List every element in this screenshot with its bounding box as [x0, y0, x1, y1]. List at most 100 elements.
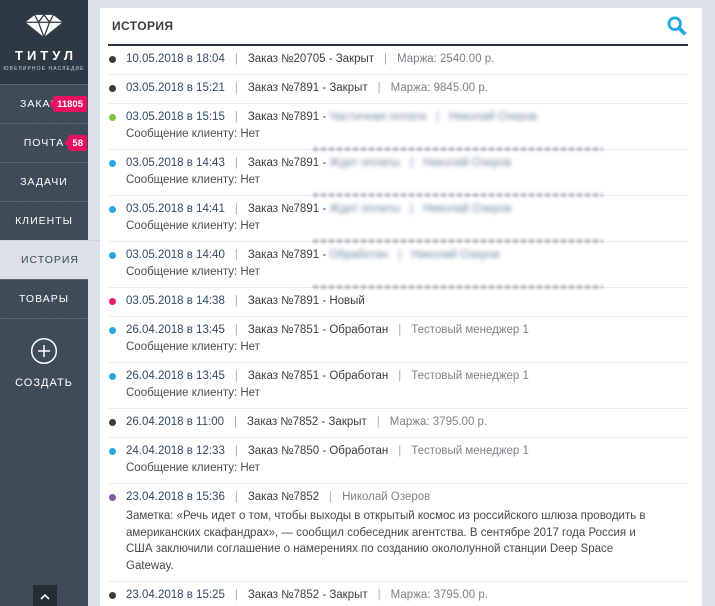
status-dot-blue	[109, 252, 116, 259]
history-row-line: 24.04.2018 в 12:33 | Заказ №7850 - Обработ…	[108, 444, 688, 459]
history-row[interactable]: 03.05.2018 в 15:21 | Заказ №7891 - Закрыт |…	[108, 75, 688, 104]
history-row[interactable]: 03.05.2018 в 15:15 | Заказ №7891 - Частичн…	[108, 104, 688, 150]
event-time: 03.05.2018 в 15:15	[126, 111, 225, 123]
history-row[interactable]: 10.05.2018 в 18:04 | Заказ №20705 - Закрыт…	[108, 46, 688, 75]
event-time: 23.04.2018 в 15:25	[126, 589, 225, 601]
order-label: Заказ №7852 - Закрыт	[247, 589, 368, 601]
history-row-line: 03.05.2018 в 15:15 | Заказ №7891 - Частичн…	[108, 110, 688, 125]
redacted-status: Обработан	[329, 249, 389, 261]
redacted-status: Ждет оплаты	[329, 157, 401, 169]
history-row[interactable]: 03.05.2018 в 14:38 | Заказ №7891 - Новый	[108, 288, 688, 317]
order-label: Заказ №7852 - Закрыт	[246, 416, 367, 428]
redacted-status: Ждет оплаты	[329, 203, 401, 215]
event-info: Маржа: 3795.00 р.	[389, 416, 488, 428]
client-message: Сообщение клиенту: Нет	[126, 174, 260, 186]
search-button[interactable]	[666, 15, 688, 37]
separator: |	[436, 111, 440, 123]
brand-tagline: ЮВЕЛИРНОЕ НАСЛЕДИЕ	[3, 65, 85, 72]
status-dot-blue	[109, 160, 116, 167]
separator: |	[329, 491, 333, 503]
diamond-icon	[23, 13, 65, 44]
separator: |	[234, 203, 238, 215]
sidebar-item-orders[interactable]: ЗАКАЗЫ 11805	[0, 84, 88, 123]
separator: |	[410, 203, 414, 215]
order-label: Заказ №20705 - Закрыт	[247, 53, 375, 65]
plus-circle-icon	[30, 337, 58, 370]
order-label: Заказ №7891 - Обработан	[247, 249, 389, 261]
collapse-sidebar-button[interactable]	[33, 585, 57, 606]
status-dot-black	[109, 592, 116, 599]
history-row[interactable]: 03.05.2018 в 14:41 | Заказ №7891 - Ждет оп…	[108, 196, 688, 242]
sidebar-item-clients[interactable]: КЛИЕНТЫ	[0, 201, 88, 240]
sidebar-item-label: ИСТОРИЯ	[20, 254, 80, 266]
page-title: ИСТОРИЯ	[112, 19, 174, 33]
history-row-line: 23.04.2018 в 15:25 | Заказ №7852 - Закрыт |…	[108, 588, 688, 603]
history-row-line: 10.05.2018 в 18:04 | Заказ №20705 - Закрыт…	[108, 52, 688, 67]
page-header: ИСТОРИЯ	[108, 8, 688, 44]
status-dot-black	[109, 419, 116, 426]
sidebar-item-mail[interactable]: ПОЧТА 58	[0, 123, 88, 162]
event-info: Маржа: 9845.00 р.	[390, 82, 488, 94]
order-label: Заказ №7851 - Обработан	[247, 370, 389, 382]
order-label: Заказ №7852	[247, 491, 320, 503]
separator: |	[234, 295, 238, 307]
history-row[interactable]: 23.04.2018 в 15:25 | Заказ №7852 - Закрыт |…	[108, 582, 688, 606]
event-info: Тестовый менеджер 1	[411, 445, 529, 457]
history-row[interactable]: 03.05.2018 в 14:40 | Заказ №7891 - Обработ…	[108, 242, 688, 288]
history-row[interactable]: 24.04.2018 в 12:33 | Заказ №7850 - Обработ…	[108, 438, 688, 484]
event-time: 03.05.2018 в 14:40	[126, 249, 225, 261]
status-dot-purple	[109, 494, 116, 501]
history-row[interactable]: 26.04.2018 в 13:45 | Заказ №7851 - Обработ…	[108, 363, 688, 409]
separator: |	[398, 324, 402, 336]
event-time: 10.05.2018 в 18:04	[126, 53, 225, 65]
history-row[interactable]: 23.04.2018 в 15:36 | Заказ №7852 | Николай О…	[108, 484, 688, 582]
history-row-line: 23.04.2018 в 15:36 | Заказ №7852 | Николай О…	[108, 490, 688, 505]
create-button[interactable]: СОЗДАТЬ	[0, 318, 88, 407]
event-info: Маржа: 3795.00 р.	[390, 589, 488, 601]
separator: |	[233, 416, 237, 428]
separator: |	[234, 53, 238, 65]
history-row-line: 03.05.2018 в 14:41 | Заказ №7891 - Ждет оп…	[108, 202, 688, 217]
event-time: 23.04.2018 в 15:36	[126, 491, 225, 503]
separator: |	[384, 53, 388, 65]
status-dot-blue	[109, 373, 116, 380]
separator: |	[234, 324, 238, 336]
history-row-line: 03.05.2018 в 15:21 | Заказ №7891 - Закрыт |…	[108, 81, 688, 96]
redacted-manager: Николай Озеров	[423, 203, 512, 215]
redacted-manager: Николай Озеров	[411, 249, 500, 261]
order-label: Заказ №7891 - Ждет оплаты	[247, 157, 401, 169]
order-label: Заказ №7850 - Обработан	[247, 445, 389, 457]
sidebar-item-products[interactable]: ТОВАРЫ	[0, 279, 88, 318]
separator: |	[234, 445, 238, 457]
order-label: Заказ №7851 - Обработан	[247, 324, 389, 336]
sidebar-item-label: ТОВАРЫ	[18, 293, 70, 305]
brand-name: ТИТУЛ	[15, 47, 77, 63]
main-content: ИСТОРИЯ 10.05.2018 в 18:04 | Заказ №20705 …	[100, 8, 702, 606]
status-dot-blue	[109, 448, 116, 455]
order-label: Заказ №7891 - Частичная оплата	[247, 111, 427, 123]
search-icon	[666, 16, 688, 40]
separator: |	[234, 589, 238, 601]
count-badge: 11805	[53, 96, 87, 112]
order-label: Заказ №7891 - Новый	[247, 295, 365, 307]
history-row[interactable]: 26.04.2018 в 13:45 | Заказ №7851 - Обработ…	[108, 317, 688, 363]
event-time: 26.04.2018 в 13:45	[126, 324, 225, 336]
history-row[interactable]: 03.05.2018 в 14:43 | Заказ №7891 - Ждет оп…	[108, 150, 688, 196]
separator: |	[398, 445, 402, 457]
status-dot-blue	[109, 327, 116, 334]
event-time: 03.05.2018 в 14:43	[126, 157, 225, 169]
event-time: 03.05.2018 в 14:38	[126, 295, 225, 307]
event-time: 26.04.2018 в 11:00	[126, 416, 224, 428]
history-row[interactable]: 26.04.2018 в 11:00 | Заказ №7852 - Закрыт |…	[108, 409, 688, 438]
client-message: Сообщение клиенту: Нет	[126, 341, 260, 353]
count-badge: 58	[68, 135, 87, 151]
status-dot-black	[109, 85, 116, 92]
chevron-up-icon	[40, 587, 50, 605]
sidebar-item-tasks[interactable]: ЗАДАЧИ	[0, 162, 88, 201]
separator: |	[398, 249, 402, 261]
separator: |	[234, 370, 238, 382]
event-time: 03.05.2018 в 15:21	[126, 82, 225, 94]
history-list: 10.05.2018 в 18:04 | Заказ №20705 - Закрыт…	[108, 46, 688, 606]
sidebar-item-history[interactable]: ИСТОРИЯ	[0, 240, 100, 279]
separator: |	[234, 249, 238, 261]
